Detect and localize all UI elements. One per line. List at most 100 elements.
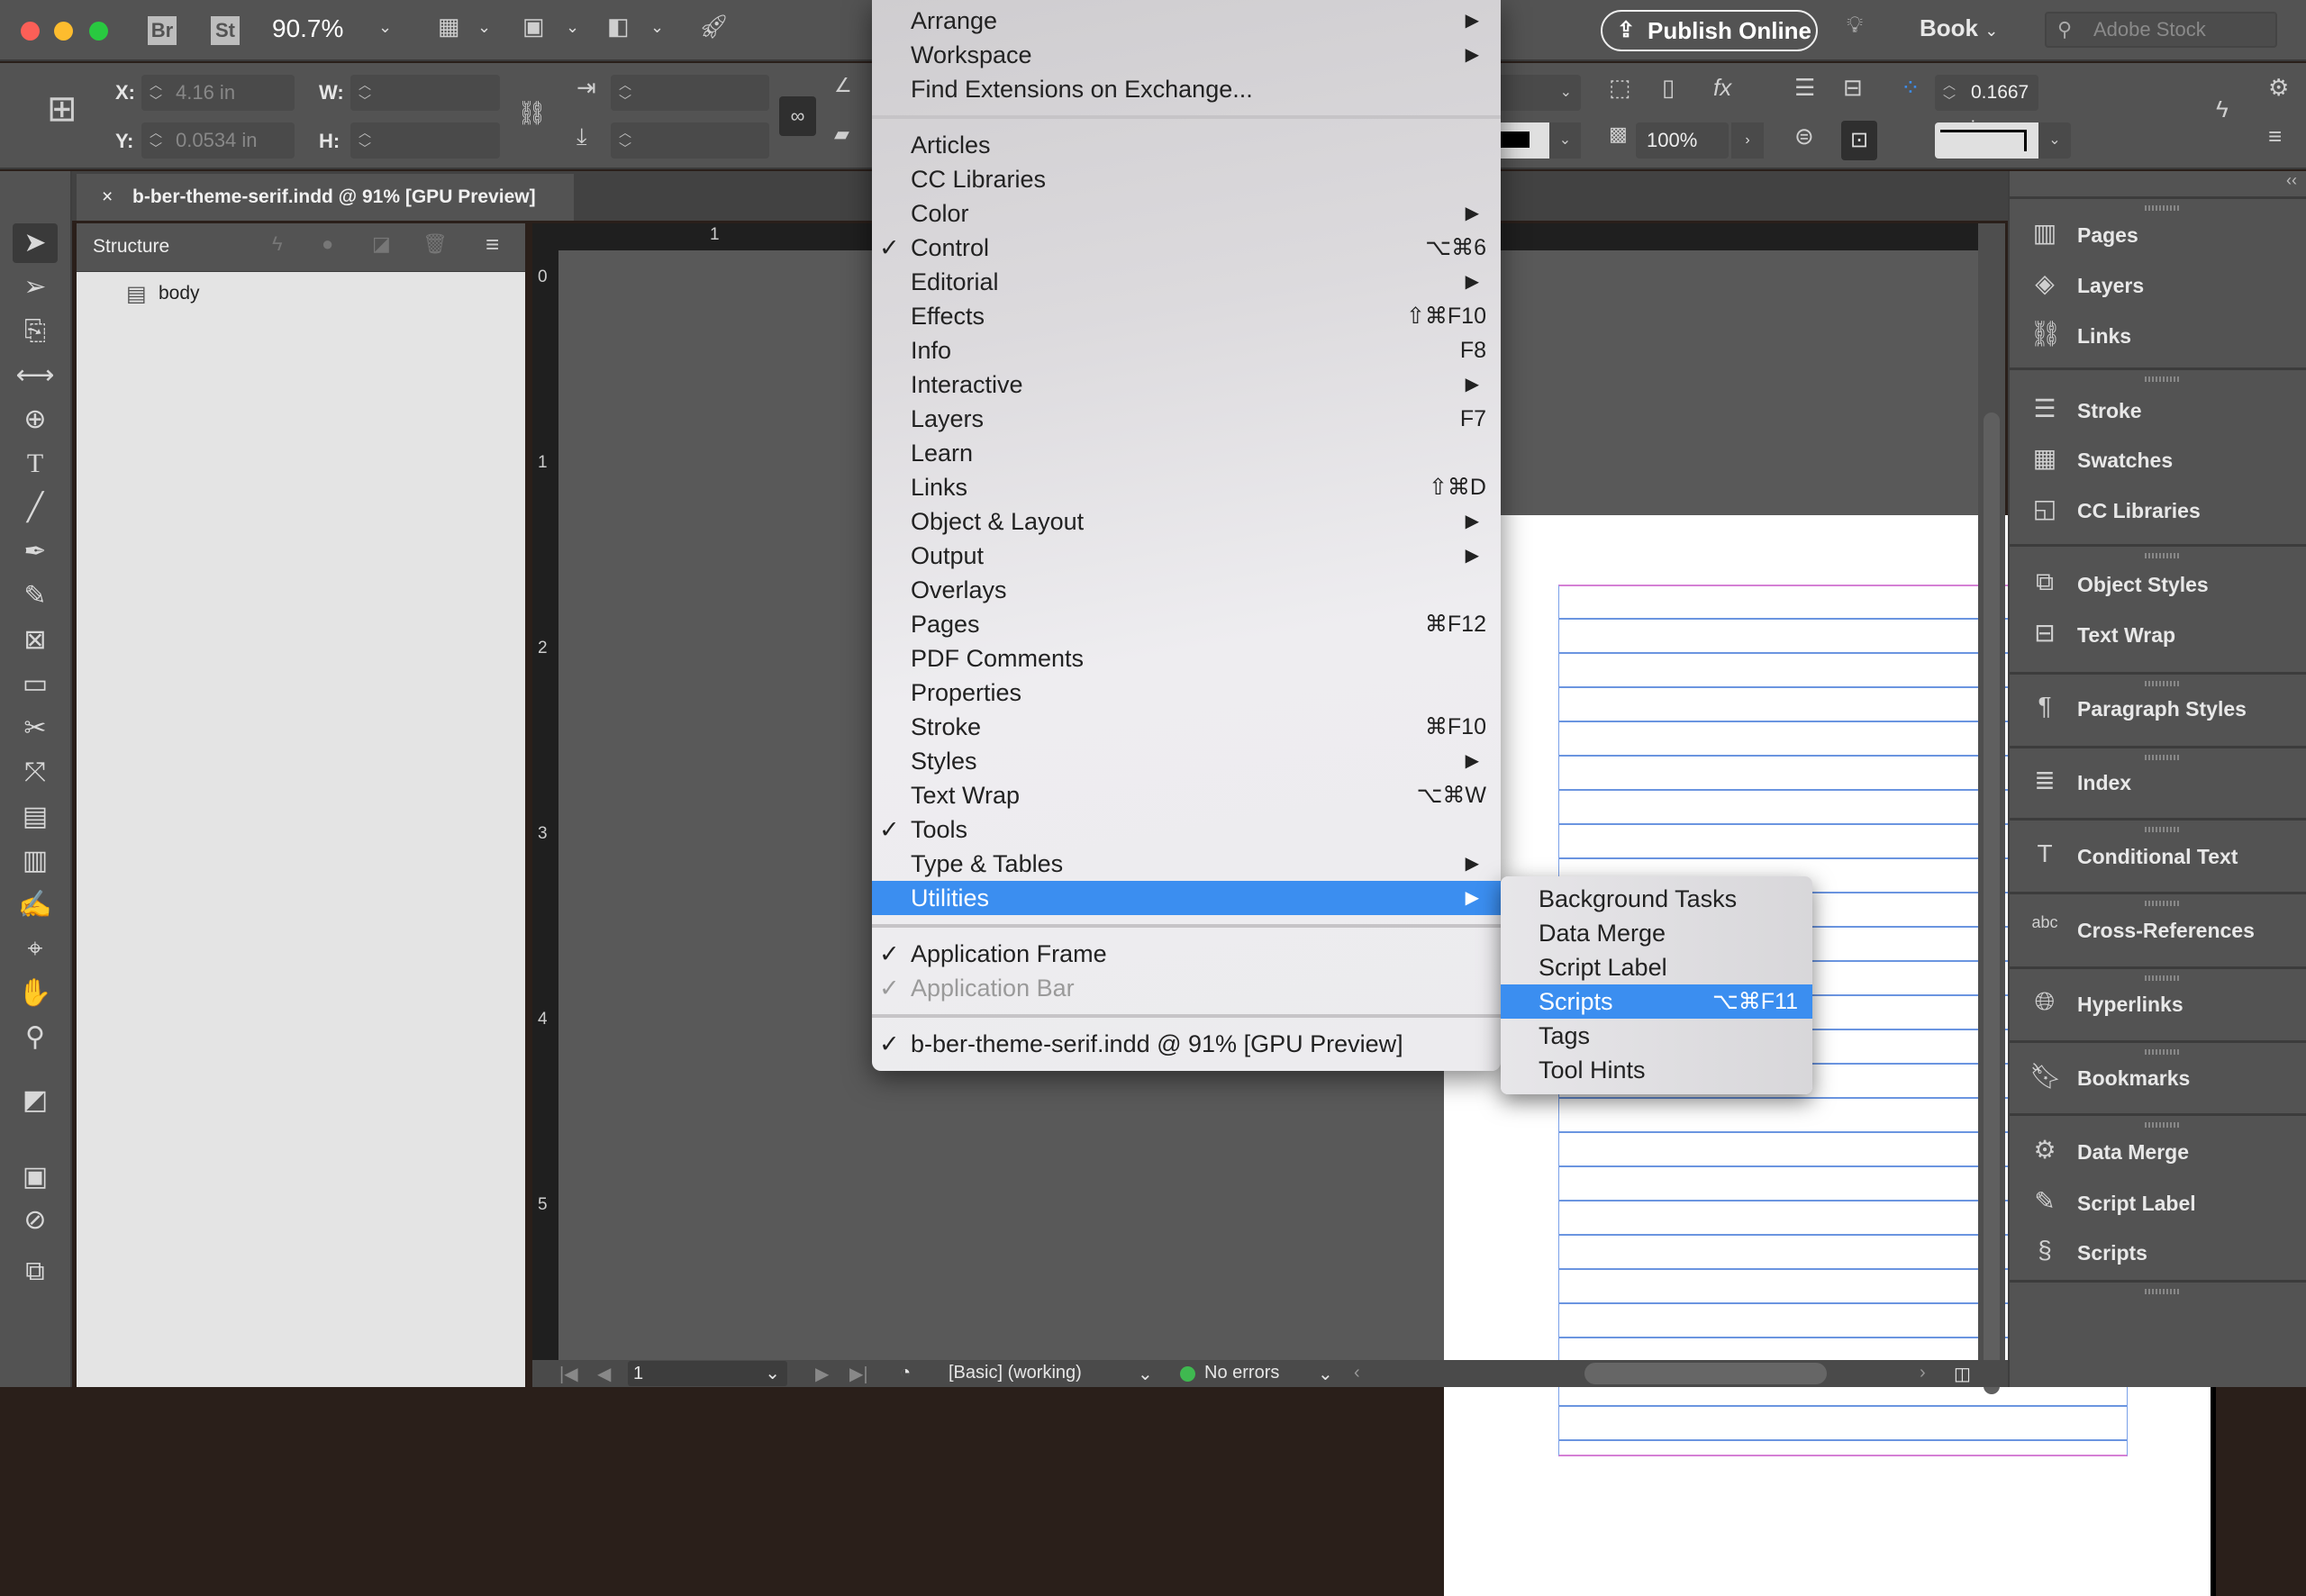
height-field[interactable]: ︿ ﹀ (350, 122, 500, 159)
new-element-icon[interactable]: ◪ (372, 232, 391, 256)
eyedropper-tool-icon[interactable]: ⌖ (13, 929, 58, 969)
preflight-errors[interactable]: No errors (1204, 1363, 1279, 1383)
chevron-right-icon[interactable]: › (1731, 122, 1764, 159)
maximize-window-button[interactable] (89, 22, 108, 41)
panel-grip-handle[interactable] (2145, 1289, 2181, 1294)
panel-menu-icon[interactable]: ≡ (486, 231, 499, 258)
y-position-field[interactable]: ︿ ﹀ 0.0534 in (141, 122, 295, 159)
adobe-stock-search-input[interactable]: ⚲ Adobe Stock (2045, 12, 2277, 48)
menu-item-arrange[interactable]: Arrange ▶ (872, 4, 1501, 38)
panel-links[interactable]: ⛓ Links (2010, 313, 2306, 358)
menu-item-stroke[interactable]: Stroke ⌘F10 (872, 710, 1501, 744)
quick-apply-icon[interactable]: ϟ (2216, 95, 2229, 123)
menu-item-object-layout[interactable]: Object & Layout ▶ (872, 504, 1501, 539)
panel-grip-handle[interactable] (2145, 1049, 2181, 1055)
menu-item-pages[interactable]: Pages ⌘F12 (872, 607, 1501, 641)
panel-grip-handle[interactable] (2145, 975, 2181, 981)
view-options-icon[interactable]: ▦ (438, 13, 460, 41)
panel-text-wrap[interactable]: ⊟ Text Wrap (2010, 612, 2306, 657)
stock-button[interactable]: St (211, 16, 240, 45)
panel-paragraph-styles[interactable]: ¶ Paragraph Styles (2010, 686, 2306, 731)
last-page-icon[interactable]: ▶| (849, 1363, 868, 1385)
menu-item-utilities[interactable]: Utilities ▶ (872, 881, 1501, 915)
panel-conditional-text[interactable]: T Conditional Text (2010, 834, 2306, 879)
stepper-icon[interactable]: ︿ ﹀ (147, 75, 165, 109)
stepper-icon[interactable]: ︿ ﹀ (147, 122, 165, 157)
menu-item-properties[interactable]: Properties (872, 676, 1501, 710)
fill-stroke-swatch-icon[interactable]: ◩ (13, 1081, 58, 1120)
trash-icon[interactable]: 🗑︎ (422, 232, 448, 256)
scroll-right-icon[interactable]: › (1920, 1363, 1926, 1383)
publish-online-button[interactable]: ⇪ Publish Online (1601, 10, 1818, 51)
panel-script-label[interactable]: ✎ Script Label (2010, 1181, 2306, 1226)
scissors-tool-icon[interactable]: ✂ (13, 709, 58, 748)
scale-y-field[interactable]: ︿ ﹀ (611, 122, 769, 159)
menu-item-type-tables[interactable]: Type & Tables ▶ (872, 847, 1501, 881)
panel-grip-handle[interactable] (2145, 827, 2181, 832)
screen-mode-normal-icon[interactable]: ⧉ (13, 1252, 58, 1292)
panel-swatches[interactable]: ▦ Swatches (2010, 438, 2306, 483)
panel-grip-handle[interactable] (2145, 376, 2181, 382)
corner-options-icon[interactable]: ⁘ (1901, 74, 1920, 102)
add-attribute-icon[interactable]: ● (322, 232, 333, 256)
type-tool-icon[interactable]: T (13, 444, 58, 484)
menu-item-pdf-comments[interactable]: PDF Comments (872, 641, 1501, 676)
panel-data-merge[interactable]: ⚙ Data Merge (2010, 1129, 2306, 1174)
menu-item-application-frame[interactable]: ✓ Application Frame (872, 937, 1501, 971)
collapse-panels-icon[interactable]: ‹‹ (2286, 171, 2297, 190)
direct-selection-tool-icon[interactable]: ➢ (13, 268, 58, 307)
menu-item-tool-hints[interactable]: Tool Hints (1501, 1053, 1812, 1087)
menu-item-data-merge[interactable]: Data Merge (1501, 916, 1812, 950)
menu-item-tools[interactable]: ✓ Tools (872, 812, 1501, 847)
menu-item-b-ber-theme-serif-indd-91-gpu-preview[interactable]: ✓ b-ber-theme-serif.indd @ 91% [GPU Previ… (872, 1027, 1501, 1061)
horizontal-scrollbar-thumb[interactable] (1584, 1363, 1827, 1384)
menu-item-background-tasks[interactable]: Background Tasks (1501, 882, 1812, 916)
menu-item-editorial[interactable]: Editorial ▶ (872, 265, 1501, 299)
gear-icon[interactable]: ⚙ (2268, 74, 2289, 102)
menu-item-info[interactable]: Info F8 (872, 333, 1501, 367)
page-tool-icon[interactable]: ⎘ (13, 312, 58, 351)
panel-scripts[interactable]: § Scripts (2010, 1230, 2306, 1275)
menu-item-workspace[interactable]: Workspace ▶ (872, 38, 1501, 72)
zoom-level[interactable]: 90.7% (272, 14, 343, 43)
bridge-button[interactable]: Br (148, 16, 177, 45)
rectangle-tool-icon[interactable]: ▭ (13, 665, 58, 704)
text-wrap-none-icon[interactable]: ☰ (1794, 74, 1815, 102)
menu-item-learn[interactable]: Learn (872, 436, 1501, 470)
panel-pages[interactable]: ▥ Pages (2010, 213, 2306, 258)
hand-tool-icon[interactable]: ✋ (13, 974, 58, 1013)
stepper-icon[interactable]: ︿ ﹀ (616, 122, 634, 157)
menu-item-effects[interactable]: Effects ⇧⌘F10 (872, 299, 1501, 333)
menu-item-text-wrap[interactable]: Text Wrap ⌥⌘W (872, 778, 1501, 812)
panel-grip-handle[interactable] (2145, 901, 2181, 906)
menu-item-tags[interactable]: Tags (1501, 1019, 1812, 1053)
menu-item-find-extensions-on-exchange[interactable]: Find Extensions on Exchange... (872, 72, 1501, 106)
chevron-down-icon[interactable]: ⌄ (650, 18, 664, 37)
close-tab-icon[interactable]: × (102, 174, 113, 221)
menu-item-overlays[interactable]: Overlays (872, 573, 1501, 607)
lightning-icon[interactable]: ϟ (272, 232, 283, 256)
scrollbar-thumb[interactable] (1984, 413, 2000, 1394)
apply-none-icon[interactable]: ⊘ (13, 1201, 58, 1240)
first-page-icon[interactable]: |◀ (559, 1363, 578, 1385)
vertical-ruler[interactable]: 0 1 2 3 4 5 (532, 250, 558, 1360)
menu-item-output[interactable]: Output ▶ (872, 539, 1501, 573)
panel-stroke[interactable]: ☰ Stroke (2010, 388, 2306, 433)
panel-cross-references[interactable]: abc Cross-References (2010, 908, 2306, 953)
arrange-documents-icon[interactable]: ◧ (607, 13, 630, 41)
chevron-down-icon[interactable]: ⌄ (566, 18, 579, 37)
pencil-tool-icon[interactable]: ✎ (13, 576, 58, 616)
stepper-icon[interactable]: ︿ ﹀ (1940, 75, 1958, 109)
formatting-affects-container-icon[interactable]: ▣ (13, 1157, 58, 1197)
scroll-left-icon[interactable]: ‹ (1354, 1363, 1360, 1383)
close-window-button[interactable] (21, 22, 40, 41)
link-scale-button[interactable]: ∞ (779, 96, 816, 136)
lightbulb-icon[interactable]: 💡︎ (1847, 11, 1863, 40)
effects-fx-icon[interactable]: fx (1713, 74, 1731, 102)
text-wrap-bounding-box-icon[interactable]: ⊟ (1843, 74, 1863, 102)
stroke-type-dropdown[interactable]: ⌄ (1501, 122, 1581, 159)
free-transform-tool-icon[interactable]: ⤧ (13, 753, 58, 793)
note-tool-icon[interactable]: ✍ (13, 885, 58, 925)
panel-grip-handle[interactable] (2145, 205, 2181, 211)
corner-shape-dropdown[interactable] (1935, 122, 2038, 159)
